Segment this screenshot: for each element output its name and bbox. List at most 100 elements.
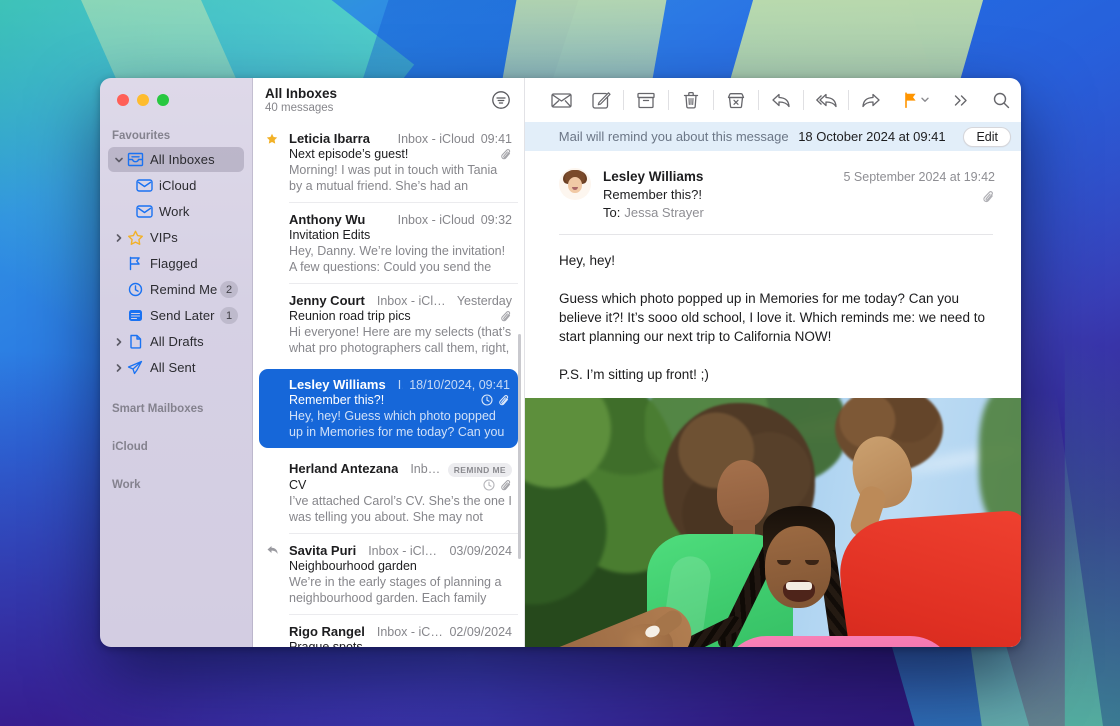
body-paragraph: Guess which photo popped up in Memories … bbox=[559, 289, 987, 346]
chevron-right-icon[interactable] bbox=[112, 364, 125, 372]
forward-button[interactable] bbox=[851, 85, 891, 115]
to-label: To: bbox=[603, 205, 620, 220]
email-preview: Hey, Danny. We’re loving the invitation!… bbox=[289, 243, 512, 275]
email-preview: We’re in the early stages of planning a … bbox=[289, 574, 512, 606]
sidebar-item-icloud-inbox[interactable]: iCloud bbox=[130, 173, 244, 198]
sender-avatar[interactable] bbox=[559, 168, 591, 200]
email-preview: Morning! I was put in touch with Tania b… bbox=[289, 162, 512, 194]
sidebar-item-label: All Sent bbox=[150, 360, 238, 375]
email-preview: Hey, hey! Guess which photo popped up in… bbox=[289, 408, 510, 440]
email-sender: Lesley Williams bbox=[289, 377, 386, 392]
send-later-icon bbox=[125, 309, 145, 322]
email-mailbox: Inbox - iCloud bbox=[377, 294, 451, 308]
email-row-anthony[interactable]: Anthony Wu Inbox - iCloud 09:32 Invitati… bbox=[253, 203, 524, 284]
paper-plane-icon bbox=[125, 360, 145, 375]
remind-me-badge: REMIND ME bbox=[448, 463, 512, 477]
email-mailbox: Inb… bbox=[398, 378, 403, 392]
envelope-icon bbox=[134, 205, 154, 218]
email-mailbox: Inbox - iCloud bbox=[377, 625, 444, 639]
sidebar-item-all-drafts[interactable]: All Drafts bbox=[108, 329, 244, 354]
email-sender: Anthony Wu bbox=[289, 212, 365, 227]
reply-button[interactable] bbox=[761, 85, 801, 115]
sidebar-item-label: Send Later bbox=[150, 308, 220, 323]
get-mail-button[interactable] bbox=[541, 85, 581, 115]
message-sender-name: Lesley Williams bbox=[603, 168, 843, 186]
delete-button[interactable] bbox=[671, 85, 711, 115]
chevron-right-icon[interactable] bbox=[112, 234, 125, 242]
attachment-paperclip-icon bbox=[843, 190, 995, 204]
email-subject: Remember this?! bbox=[289, 393, 481, 407]
sidebar-item-all-sent[interactable]: All Sent bbox=[108, 355, 244, 380]
reply-arrow-icon bbox=[266, 545, 279, 556]
more-toolbar-items-button[interactable] bbox=[941, 85, 981, 115]
email-subject: Reunion road trip pics bbox=[289, 309, 500, 323]
email-row-herland[interactable]: Herland Antezana Inbox - iCl… REMIND ME … bbox=[253, 452, 524, 534]
envelope-icon bbox=[134, 179, 154, 192]
sidebar-item-vips[interactable]: VIPs bbox=[108, 225, 244, 250]
chevron-down-icon bbox=[921, 97, 929, 103]
smart-mailboxes-header[interactable]: Smart Mailboxes bbox=[100, 395, 252, 419]
zoom-button[interactable] bbox=[157, 94, 169, 106]
email-mailbox: Inbox - iCloud bbox=[398, 213, 475, 227]
email-row-jenny[interactable]: Jenny Court Inbox - iCloud Yesterday Reu… bbox=[253, 284, 524, 365]
search-icon[interactable] bbox=[981, 85, 1021, 115]
email-row-rigo-1[interactable]: Rigo Rangel Inbox - iCloud 02/09/2024 Pr… bbox=[253, 615, 524, 647]
sidebar-item-label: Flagged bbox=[150, 256, 238, 271]
email-row-leticia[interactable]: Leticia Ibarra Inbox - iCloud 09:41 Next… bbox=[253, 122, 524, 203]
compose-button[interactable] bbox=[581, 85, 621, 115]
sidebar-item-flagged[interactable]: Flagged bbox=[108, 251, 244, 276]
icloud-section-header[interactable]: iCloud bbox=[100, 433, 252, 457]
sidebar-item-remind-me[interactable]: Remind Me 2 bbox=[108, 277, 244, 302]
paperclip-icon bbox=[500, 310, 512, 323]
message-body: Hey, hey! Guess which photo popped up in… bbox=[525, 235, 1021, 398]
junk-button[interactable] bbox=[716, 85, 756, 115]
message-list: All Inboxes 40 messages Leticia Ibarra I… bbox=[253, 78, 525, 647]
reminder-banner-text: Mail will remind you about this message … bbox=[541, 129, 963, 144]
close-button[interactable] bbox=[117, 94, 129, 106]
attached-photo[interactable] bbox=[525, 398, 1021, 647]
paperclip-icon bbox=[500, 148, 512, 161]
archive-button[interactable] bbox=[626, 85, 666, 115]
message-header: Lesley Williams Remember this?! To:Jessa… bbox=[525, 151, 1021, 232]
sidebar-item-label: All Drafts bbox=[150, 334, 238, 349]
minimize-button[interactable] bbox=[137, 94, 149, 106]
email-date: 03/09/2024 bbox=[449, 544, 512, 558]
message-date: 5 September 2024 at 19:42 bbox=[843, 168, 995, 186]
document-icon bbox=[125, 334, 145, 349]
email-mailbox: Inbox - iCloud bbox=[398, 132, 475, 146]
mail-window: Favourites All Inboxes iCloud bbox=[100, 78, 1021, 647]
email-date: 09:32 bbox=[481, 213, 512, 227]
chevron-right-icon[interactable] bbox=[112, 338, 125, 346]
email-date: Yesterday bbox=[457, 294, 512, 308]
chevron-down-icon[interactable] bbox=[112, 156, 125, 164]
flag-button[interactable] bbox=[891, 85, 941, 115]
work-section-header[interactable]: Work bbox=[100, 471, 252, 495]
body-paragraph: Hey, hey! bbox=[559, 251, 987, 270]
email-row-lesley-selected[interactable]: Lesley Williams Inb… 18/10/2024, 09:41 R… bbox=[259, 369, 518, 448]
paperclip-icon bbox=[500, 479, 512, 492]
reply-all-button[interactable] bbox=[806, 85, 846, 115]
sidebar-item-all-inboxes[interactable]: All Inboxes bbox=[108, 147, 244, 172]
list-scrollbar[interactable] bbox=[518, 334, 521, 559]
sidebar-item-work-inbox[interactable]: Work bbox=[130, 199, 244, 224]
inbox-tray-icon bbox=[125, 152, 145, 167]
filter-icon[interactable] bbox=[490, 89, 512, 111]
reminder-text: Mail will remind you about this message bbox=[559, 129, 789, 144]
photo-person-right-shirt bbox=[837, 510, 1021, 647]
email-sender: Herland Antezana bbox=[289, 461, 398, 476]
toolbar bbox=[525, 78, 1021, 122]
sidebar-item-send-later[interactable]: Send Later 1 bbox=[108, 303, 244, 328]
window-controls bbox=[117, 94, 169, 106]
remind-clock-icon bbox=[481, 394, 493, 406]
mailbox-title: All Inboxes bbox=[265, 85, 337, 102]
remind-clock-icon bbox=[483, 479, 495, 491]
body-paragraph: P.S. I’m sitting up front! ;) bbox=[559, 365, 987, 384]
email-subject: CV bbox=[289, 478, 483, 492]
email-subject: Invitation Edits bbox=[289, 228, 512, 242]
message-count: 40 messages bbox=[265, 102, 337, 114]
email-row-savita[interactable]: Savita Puri Inbox - iCloud 03/09/2024 Ne… bbox=[253, 534, 524, 615]
star-icon bbox=[266, 133, 278, 145]
edit-reminder-button[interactable]: Edit bbox=[963, 127, 1011, 147]
recipient-name[interactable]: Jessa Strayer bbox=[624, 205, 703, 220]
photo-person-center-teeth bbox=[786, 582, 812, 590]
